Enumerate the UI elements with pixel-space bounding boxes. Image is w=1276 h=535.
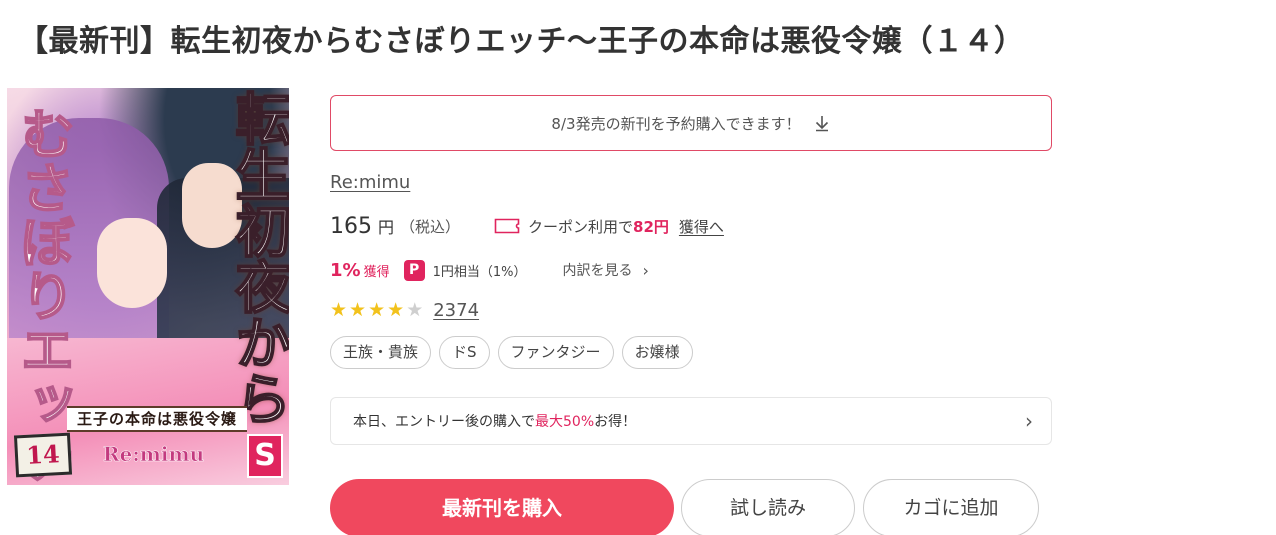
price-amount: 165 bbox=[330, 213, 372, 239]
add-to-cart-button[interactable]: カゴに追加 bbox=[863, 479, 1039, 535]
review-count-link[interactable]: 2374 bbox=[433, 300, 479, 321]
arrow-down-icon bbox=[815, 116, 828, 132]
points-percent: 1% bbox=[330, 259, 361, 281]
chevron-right-icon: › bbox=[1025, 409, 1033, 433]
coupon-amount: 82円 bbox=[633, 217, 669, 236]
cover-subtitle: 王子の本命は悪役令嬢 bbox=[67, 406, 247, 432]
campaign-banner[interactable]: 本日、エントリー後の購入で 最大50% お得！ › bbox=[330, 397, 1052, 445]
tag-chip[interactable]: ファンタジー bbox=[497, 336, 614, 369]
page-title: 【最新刊】転生初夜からむさぼりエッチ～王子の本命は悪役令嬢（１４） bbox=[18, 24, 1025, 59]
price-unit: 円 bbox=[378, 218, 395, 237]
campaign-text-before: 本日、エントリー後の購入で bbox=[353, 414, 535, 430]
cover-label-logo: S bbox=[247, 434, 283, 478]
chevron-right-icon: › bbox=[642, 260, 649, 280]
points-row: 1% 獲得 P 1円相当（1%） 内訳を見る › bbox=[330, 257, 649, 283]
cover-art-face bbox=[97, 218, 167, 308]
preorder-banner[interactable]: 8/3発売の新刊を予約購入できます！ bbox=[330, 95, 1052, 151]
points-breakdown-link[interactable]: 内訳を見る › bbox=[562, 260, 648, 280]
campaign-highlight: 最大50% bbox=[535, 414, 595, 430]
points-breakdown-label: 内訳を見る bbox=[562, 263, 633, 279]
star-empty-icon: ★ bbox=[406, 298, 424, 321]
star-icon: ★ bbox=[368, 298, 386, 321]
preorder-label: 8/3発売の新刊を予約購入できます！ bbox=[551, 114, 801, 133]
coupon-acquire-link[interactable]: 獲得へ bbox=[679, 216, 724, 237]
author-link[interactable]: Re:mimu bbox=[330, 172, 410, 193]
points-equivalent: 1円相当（1%） bbox=[432, 264, 527, 280]
cover-author: Re:mimu bbox=[103, 442, 205, 467]
book-cover-image[interactable]: むさぼりエッチ 転生初夜から 王子の本命は悪役令嬢 14 Re:mimu S bbox=[7, 88, 289, 485]
star-icon: ★ bbox=[330, 298, 348, 321]
star-icon: ★ bbox=[387, 298, 405, 321]
price-tax-label: （税込） bbox=[400, 217, 461, 236]
campaign-text-after: お得！ bbox=[594, 414, 637, 430]
trial-read-button[interactable]: 試し読み bbox=[681, 479, 855, 535]
rating-row: ★ ★ ★ ★ ★ 2374 bbox=[330, 297, 479, 323]
cover-title-left: むさぼりエッチ bbox=[10, 105, 76, 485]
tag-chip[interactable]: ドS bbox=[439, 336, 490, 369]
tag-list: 王族・貴族 ドS ファンタジー お嬢様 bbox=[330, 336, 693, 369]
cover-title-right: 転生初夜から bbox=[225, 89, 289, 427]
coupon-text: クーポン利用で bbox=[528, 217, 634, 236]
star-icon: ★ bbox=[349, 298, 367, 321]
buy-latest-button[interactable]: 最新刊を購入 bbox=[330, 479, 674, 535]
cover-volume-number: 14 bbox=[13, 432, 73, 478]
coupon-info: クーポン利用で 82円 獲得へ bbox=[494, 216, 724, 237]
points-percent-label: 獲得 bbox=[363, 264, 390, 280]
price-row: 165 円 （税込） クーポン利用で 82円 獲得へ bbox=[330, 212, 724, 240]
tag-chip[interactable]: 王族・貴族 bbox=[330, 336, 432, 369]
points-icon: P bbox=[403, 259, 425, 281]
tag-chip[interactable]: お嬢様 bbox=[621, 336, 693, 369]
coupon-icon bbox=[494, 218, 520, 234]
